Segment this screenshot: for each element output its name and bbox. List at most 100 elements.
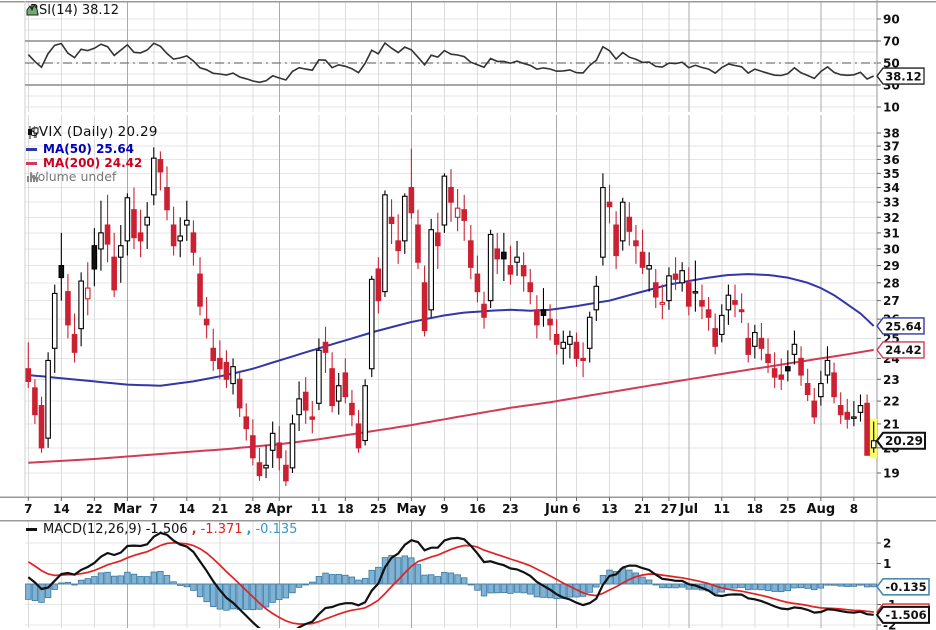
candle xyxy=(442,176,446,225)
candle xyxy=(343,373,347,397)
candle xyxy=(819,384,823,397)
candle xyxy=(376,269,380,301)
candle xyxy=(647,266,651,269)
candle xyxy=(436,233,440,246)
candle xyxy=(178,236,182,241)
svg-text:27: 27 xyxy=(883,294,900,308)
candle xyxy=(838,406,842,415)
candle xyxy=(488,234,492,300)
candle xyxy=(158,160,162,172)
svg-text:7: 7 xyxy=(24,502,32,516)
svg-text:Jun: Jun xyxy=(544,502,568,517)
svg-text:1: 1 xyxy=(883,557,891,571)
candle xyxy=(667,276,671,301)
svg-text:90: 90 xyxy=(883,13,900,27)
macd-line-swatch xyxy=(26,528,37,531)
candle xyxy=(92,246,96,269)
candle xyxy=(594,286,598,309)
candle xyxy=(46,360,50,438)
svg-text:13: 13 xyxy=(601,502,618,516)
svg-text:16: 16 xyxy=(469,502,486,516)
candle xyxy=(383,195,387,292)
ma50-label: MA(50) 25.64 xyxy=(43,143,134,155)
candle xyxy=(607,202,611,206)
symbol-title: $VIX (Daily) 20.29 xyxy=(26,126,158,140)
candle xyxy=(462,210,466,221)
candle xyxy=(832,373,836,397)
ma200-line xyxy=(28,350,873,463)
candle xyxy=(627,217,631,231)
candle xyxy=(746,338,750,354)
candle xyxy=(138,233,142,241)
candle xyxy=(396,241,400,251)
candle xyxy=(693,292,697,293)
candle xyxy=(270,433,274,450)
rsi-panel[interactable] xyxy=(25,41,877,85)
svg-text:38: 38 xyxy=(883,127,900,141)
candle xyxy=(482,304,486,317)
volume-label: Volume undef xyxy=(30,171,116,184)
svg-text:31: 31 xyxy=(883,226,900,240)
candle xyxy=(680,271,684,283)
svg-text:18: 18 xyxy=(746,502,763,516)
svg-text:-0.135: -0.135 xyxy=(885,580,926,594)
svg-text:37: 37 xyxy=(883,140,900,154)
candle xyxy=(369,279,373,368)
callout: 24.42 xyxy=(877,342,924,358)
candle xyxy=(871,441,875,448)
candle xyxy=(330,369,334,406)
svg-text:14: 14 xyxy=(178,502,195,516)
candle xyxy=(581,358,585,360)
svg-text:2: 2 xyxy=(883,537,891,551)
main-panel[interactable] xyxy=(28,274,878,463)
candle xyxy=(449,188,453,203)
candle xyxy=(515,257,519,262)
svg-text:36: 36 xyxy=(883,153,900,167)
svg-text:Mar: Mar xyxy=(113,502,142,517)
svg-text:14: 14 xyxy=(53,502,70,516)
candle xyxy=(171,225,175,246)
candle xyxy=(310,417,314,419)
svg-text:25: 25 xyxy=(370,502,387,516)
candle xyxy=(673,274,677,279)
stockchart: 9070503010192021222324252627282930313233… xyxy=(0,0,936,630)
svg-text:28: 28 xyxy=(883,276,900,290)
svg-text:10: 10 xyxy=(883,101,900,115)
candle xyxy=(429,230,433,310)
svg-text:21: 21 xyxy=(634,502,651,516)
svg-text:-1.506: -1.506 xyxy=(885,608,926,622)
candle xyxy=(640,252,644,267)
macd-panel[interactable] xyxy=(26,533,877,630)
svg-text:9: 9 xyxy=(440,502,448,516)
candle xyxy=(753,333,757,347)
macd-hist-value: -0.135 xyxy=(255,523,297,536)
svg-text:22: 22 xyxy=(883,395,900,409)
date-axis: 71422Mar7142128Apr111825May91623Jun61321… xyxy=(24,497,858,517)
candle xyxy=(455,208,459,217)
candle xyxy=(165,188,169,210)
candle xyxy=(548,319,552,325)
candle xyxy=(251,436,255,458)
svg-text:21: 21 xyxy=(883,417,900,431)
candle xyxy=(726,295,730,310)
candle xyxy=(687,283,691,306)
candle xyxy=(858,406,862,413)
candle xyxy=(786,367,790,371)
candle xyxy=(495,249,499,259)
candle xyxy=(812,401,816,417)
candle xyxy=(733,301,737,305)
svg-text:11: 11 xyxy=(311,502,328,516)
svg-text:11: 11 xyxy=(713,502,730,516)
candle xyxy=(363,386,367,441)
candle xyxy=(660,302,664,304)
candle xyxy=(185,220,189,225)
macd-header: MACD(12,26,9) -1.506, -1.371, -0.135 xyxy=(26,523,297,536)
rsi-value: 38.12 xyxy=(82,4,119,17)
svg-text:23: 23 xyxy=(502,502,519,516)
candle xyxy=(237,379,241,408)
candle xyxy=(317,350,321,403)
candle xyxy=(224,363,228,380)
candle xyxy=(257,463,261,476)
svg-text:25: 25 xyxy=(779,502,796,516)
macd-label: MACD(12,26,9) xyxy=(43,523,142,536)
